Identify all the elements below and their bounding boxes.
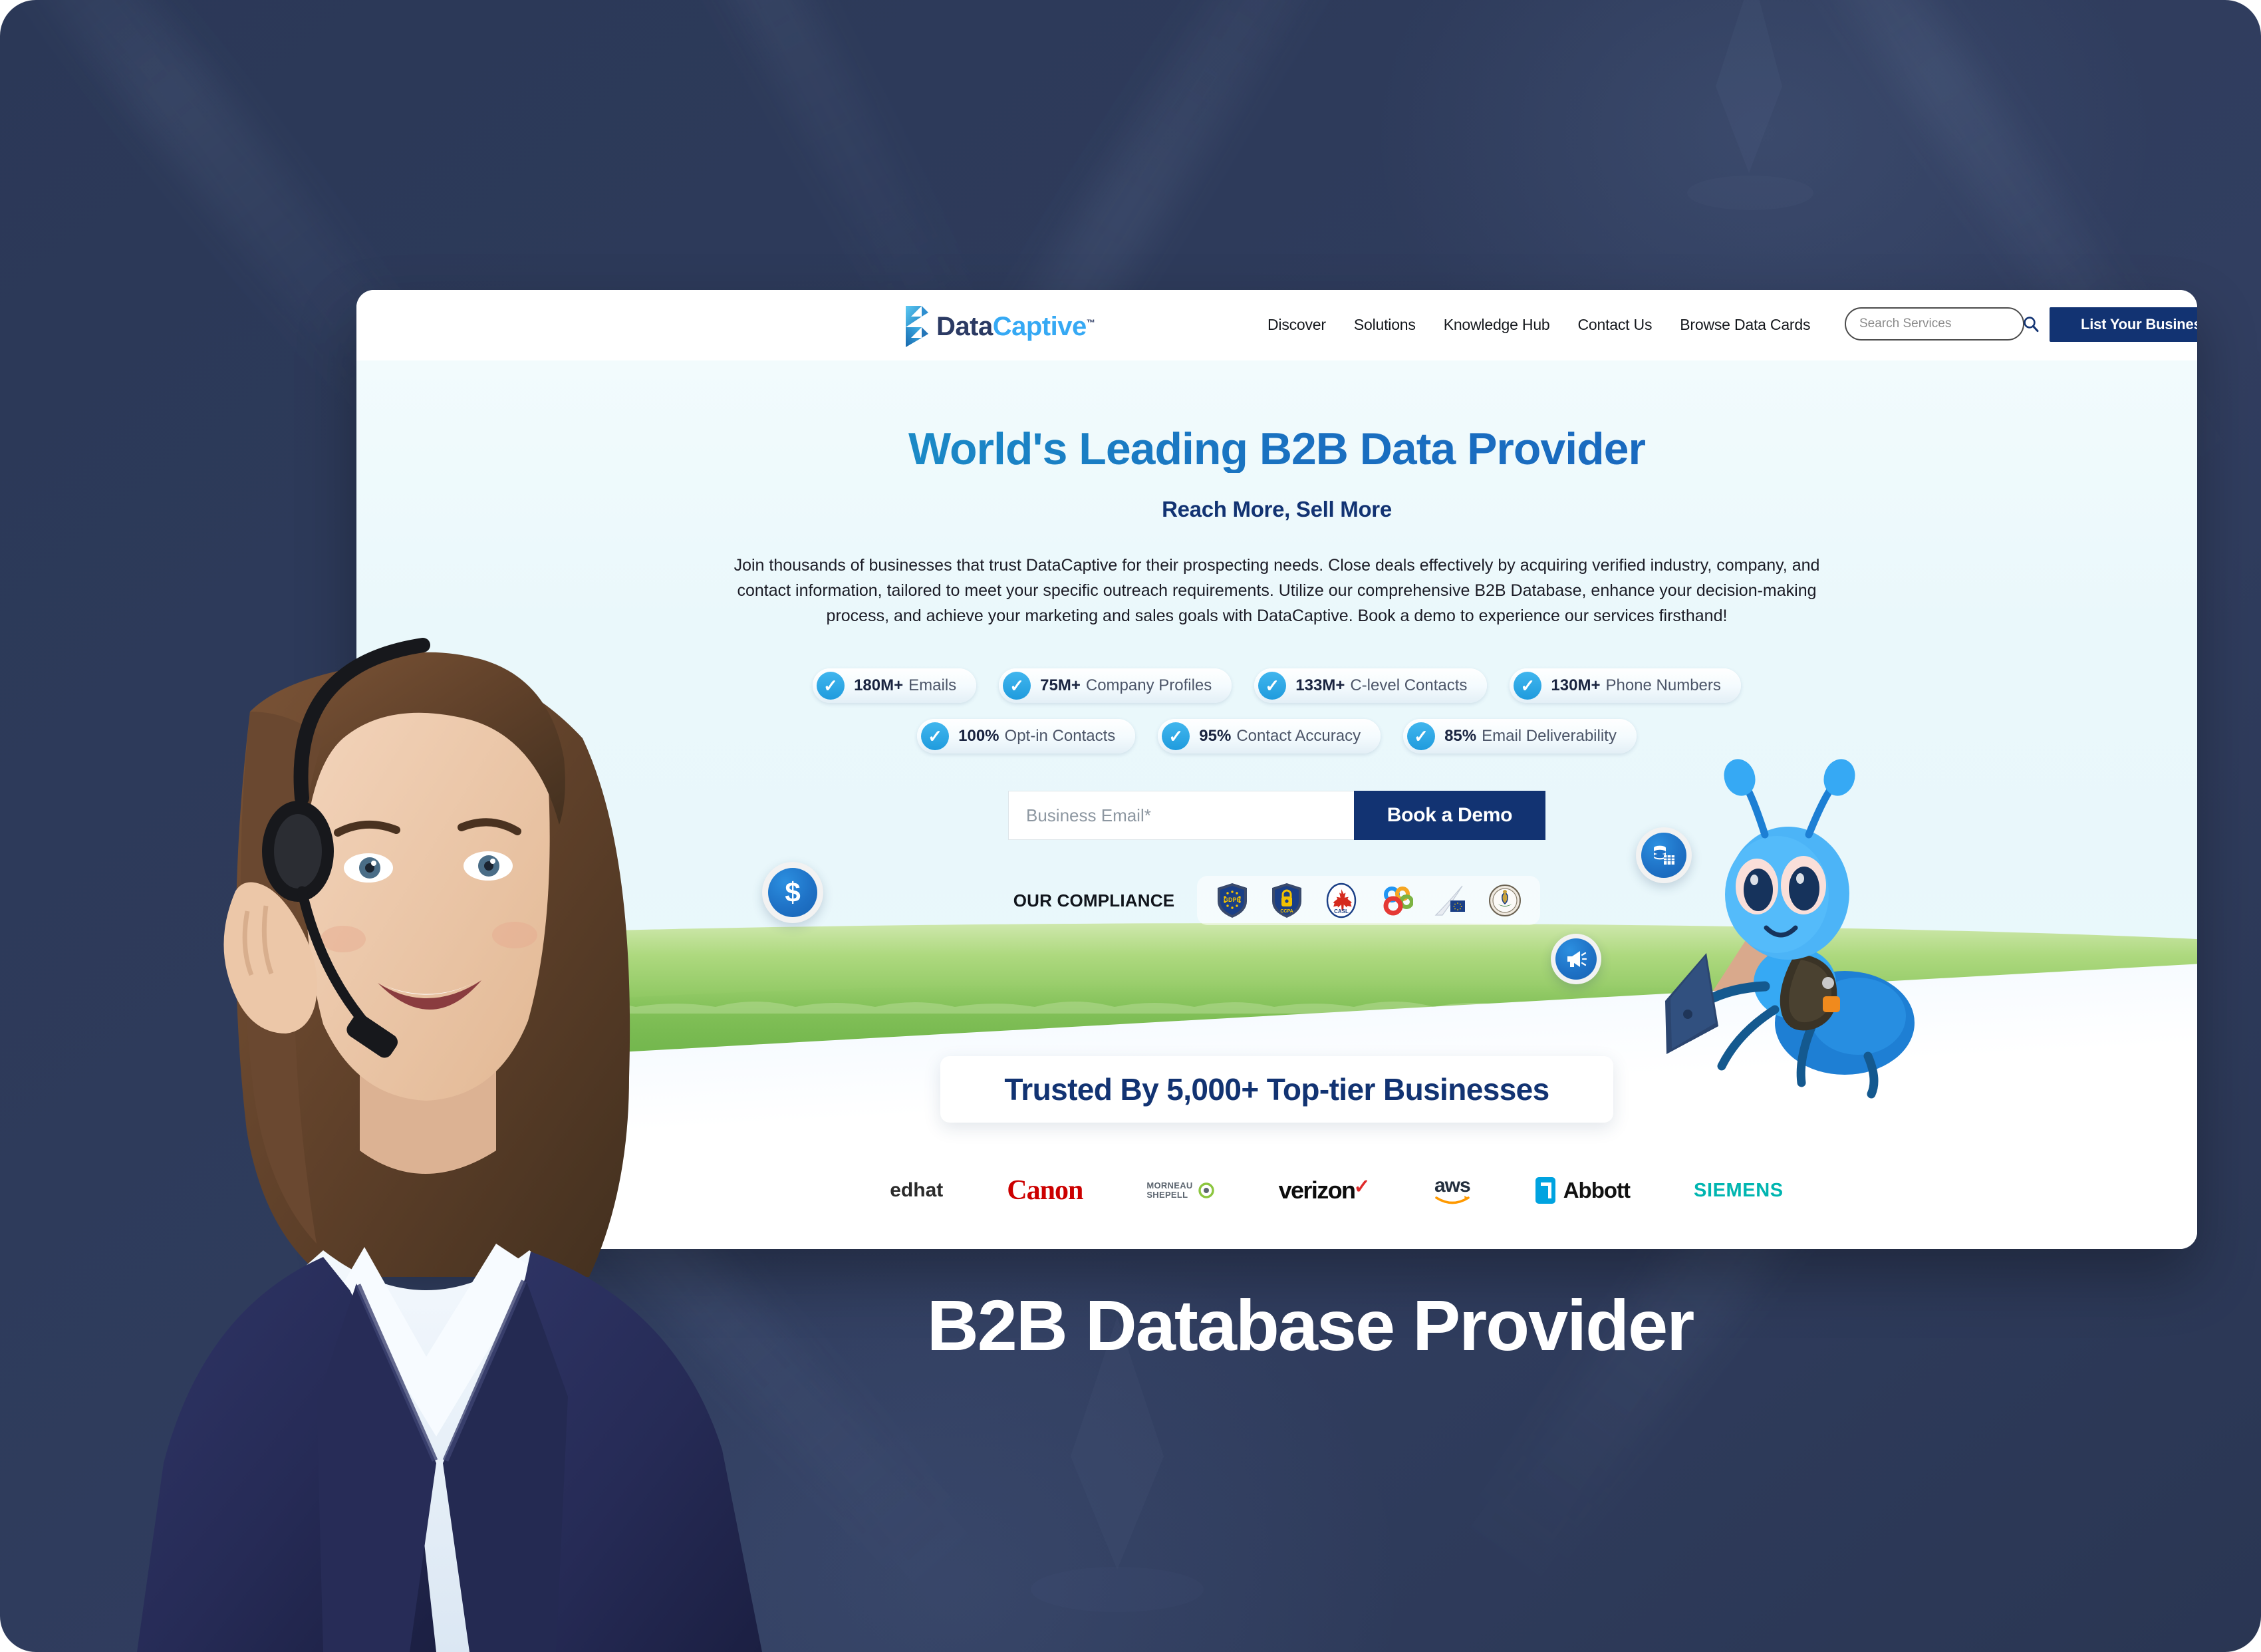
verizon-check-icon: ✓: [1353, 1176, 1370, 1198]
redhat-label: edhat: [890, 1179, 944, 1201]
decorative-glyph-icon: [1716, 0, 1782, 173]
stat-label: Emails: [908, 676, 957, 695]
verizon-label: verizon: [1278, 1176, 1356, 1204]
stat-label: Phone Numbers: [1605, 676, 1721, 695]
stat-value: 180M+: [854, 676, 904, 695]
compliance-label: OUR COMPLIANCE: [1013, 890, 1175, 910]
brand-name-dark: Data: [936, 312, 993, 341]
abbott-label: Abbott: [1563, 1178, 1631, 1202]
list-your-business-button[interactable]: List Your Business For Free: [2050, 307, 2197, 342]
stat-pill: ✓ 85% Email Deliverability: [1403, 719, 1637, 754]
eu-flag-quill-icon: [1432, 883, 1468, 918]
privacy-rings-icon: [1378, 883, 1414, 918]
casl-canada-icon: CASL: [1323, 883, 1359, 918]
client-logo-morneau-shepell: MORNEAU SHEPELL: [1146, 1169, 1214, 1212]
search-input[interactable]: [1859, 317, 2022, 331]
client-logo-abbott: Abbott: [1534, 1169, 1631, 1212]
stat-value: 75M+: [1040, 676, 1081, 695]
megaphone-badge: [1551, 934, 1601, 984]
compliance-badge-group: GDPR CCPA CASL: [1197, 876, 1541, 926]
stat-label: Company Profiles: [1085, 676, 1212, 695]
check-icon: ✓: [1514, 672, 1542, 700]
trademark-symbol: ™: [1086, 317, 1095, 328]
check-icon: ✓: [1003, 672, 1031, 700]
svg-text:CASL: CASL: [1334, 908, 1349, 914]
stat-label: Email Deliverability: [1482, 727, 1617, 746]
stat-pill: ✓ 75M+ Company Profiles: [999, 668, 1232, 704]
site-header: DataCaptive™ Discover Solutions Knowledg…: [356, 290, 2197, 360]
brand-logo[interactable]: DataCaptive™: [902, 305, 1095, 348]
client-logo-siemens: SIEMENS: [1694, 1169, 1784, 1212]
stat-value: 95%: [1199, 727, 1232, 746]
check-icon: ✓: [1407, 722, 1436, 751]
search-box[interactable]: [1845, 307, 2039, 341]
stat-label: C-level Contacts: [1350, 676, 1468, 695]
trusted-text: Trusted By 5,000+ Top-tier Businesses: [1004, 1072, 1549, 1107]
demo-request-form: Book a Demo: [356, 791, 2197, 841]
brand-name-light: Captive: [992, 312, 1087, 341]
check-icon: ✓: [817, 672, 845, 700]
page-backdrop: DataCaptive™ Discover Solutions Knowledg…: [0, 0, 2261, 1652]
hero-content: World's Leading B2B Data Provider Reach …: [356, 360, 2197, 926]
business-email-input[interactable]: [1008, 791, 1354, 841]
stat-pill: ✓ 130M+ Phone Numbers: [1510, 668, 1741, 704]
trusted-banner: Trusted By 5,000+ Top-tier Businesses: [940, 1056, 1613, 1123]
stat-value: 130M+: [1551, 676, 1601, 695]
us-seal-icon: [1487, 883, 1523, 918]
canon-label: Canon: [1007, 1175, 1083, 1206]
stat-label: Contact Accuracy: [1236, 727, 1361, 746]
stat-pill: ✓ 180M+ Emails: [813, 668, 977, 704]
hero-section: $ World's Leading B2B Data Provider Reac…: [356, 360, 2197, 1249]
stat-value: 100%: [958, 727, 999, 746]
ccpa-shield-icon: CCPA: [1269, 883, 1305, 918]
svg-text:CCPA: CCPA: [1281, 909, 1293, 914]
gdpr-shield-icon: GDPR: [1214, 883, 1250, 918]
brand-wordmark: DataCaptive™: [936, 313, 1095, 340]
primary-navigation: Discover Solutions Knowledge Hub Contact…: [1267, 316, 1810, 334]
stat-label: Opt-in Contacts: [1004, 727, 1116, 746]
hero-paragraph: Join thousands of businesses that trust …: [733, 556, 1820, 626]
website-screenshot-card: DataCaptive™ Discover Solutions Knowledg…: [356, 290, 2197, 1249]
stat-value: 133M+: [1295, 676, 1345, 695]
check-icon: ✓: [1258, 672, 1287, 700]
morneau-ring-icon: [1198, 1182, 1214, 1198]
client-logo-strip: edhat Canon MORNEAUSHEPELL verizon✓ aws: [356, 1132, 2197, 1249]
bottom-title: B2B Database Provider: [926, 1285, 1695, 1365]
stats-row-secondary: ✓ 100% Opt-in Contacts ✓ 95% Contact Acc…: [356, 719, 2197, 754]
aws-label: aws: [1434, 1174, 1471, 1196]
datacaptive-ribbon-logo-icon: [906, 306, 928, 347]
book-a-demo-button[interactable]: Book a Demo: [1354, 791, 1545, 841]
nav-item-solutions[interactable]: Solutions: [1354, 316, 1416, 334]
megaphone-icon: [1567, 951, 1587, 967]
check-icon: ✓: [921, 722, 950, 751]
nav-item-discover[interactable]: Discover: [1267, 316, 1326, 334]
client-logo-redhat: edhat: [890, 1169, 943, 1212]
search-icon[interactable]: [2022, 315, 2040, 333]
nav-item-knowledge-hub[interactable]: Knowledge Hub: [1444, 316, 1550, 334]
svg-text:GDPR: GDPR: [1224, 896, 1242, 903]
client-logo-verizon: verizon✓: [1279, 1169, 1371, 1212]
nav-item-contact-us[interactable]: Contact Us: [1578, 316, 1653, 334]
aws-smile-icon: [1435, 1195, 1470, 1204]
client-logo-aws: aws: [1434, 1169, 1471, 1212]
morneau-label: MORNEAU SHEPELL: [1146, 1180, 1193, 1200]
stat-pill: ✓ 100% Opt-in Contacts: [917, 719, 1136, 754]
siemens-label: SIEMENS: [1694, 1179, 1784, 1201]
page-title: World's Leading B2B Data Provider: [356, 425, 2197, 473]
stat-value: 85%: [1444, 727, 1477, 746]
abbott-mark-icon: [1535, 1177, 1555, 1204]
stats-row-primary: ✓ 180M+ Emails ✓ 75M+ Company Profiles ✓…: [356, 668, 2197, 704]
check-icon: ✓: [1162, 722, 1190, 751]
compliance-section: OUR COMPLIANCE GDPR CCPA CASL: [356, 876, 2197, 926]
client-logo-canon: Canon: [1007, 1169, 1083, 1212]
hero-subheading: Reach More, Sell More: [1162, 497, 1392, 522]
stat-pill: ✓ 133M+ C-level Contacts: [1254, 668, 1488, 704]
nav-item-browse-data-cards[interactable]: Browse Data Cards: [1680, 316, 1810, 334]
stat-pill: ✓ 95% Contact Accuracy: [1158, 719, 1381, 754]
